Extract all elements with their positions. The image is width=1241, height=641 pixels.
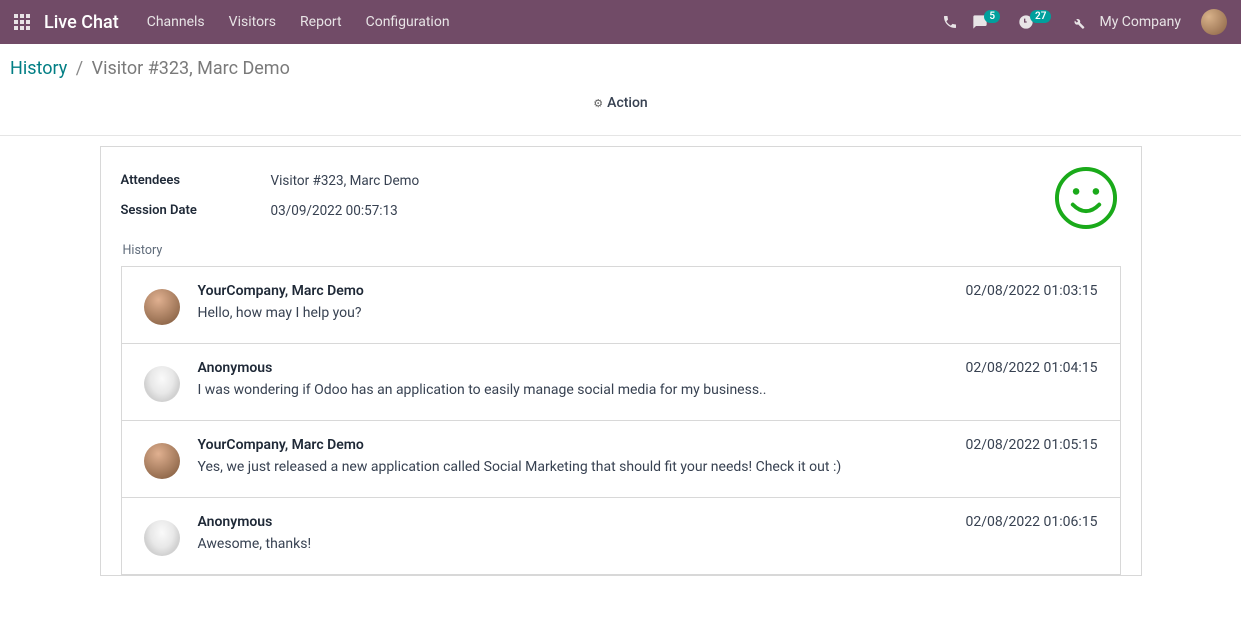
action-menu[interactable]: ⚙ Action [10, 95, 1231, 111]
chat-badge: 5 [984, 10, 1000, 23]
message-author: Anonymous [198, 514, 273, 530]
message-avatar [144, 289, 180, 325]
message-body: YourCompany, Marc Demo 02/08/2022 01:05:… [198, 437, 1098, 479]
navbar: Live Chat Channels Visitors Report Confi… [0, 0, 1241, 44]
clock-icon[interactable]: 27 [1018, 14, 1055, 30]
attendees-label: Attendees [121, 173, 271, 189]
action-label: Action [607, 95, 648, 111]
company-selector[interactable]: My Company [1099, 14, 1181, 30]
history-list: YourCompany, Marc Demo 02/08/2022 01:03:… [121, 266, 1121, 575]
form-sheet: Attendees Visitor #323, Marc Demo Sessio… [100, 146, 1142, 576]
clock-badge: 27 [1030, 10, 1051, 23]
message-text: I was wondering if Odoo has an applicati… [198, 382, 1098, 398]
message-date: 02/08/2022 01:05:15 [966, 437, 1098, 453]
session-value: 03/09/2022 00:57:13 [271, 203, 398, 219]
user-avatar[interactable] [1201, 9, 1227, 35]
message-body: Anonymous 02/08/2022 01:06:15 Awesome, t… [198, 514, 1098, 556]
phone-icon[interactable] [942, 14, 958, 30]
field-session-date: Session Date 03/09/2022 00:57:13 [121, 203, 1121, 219]
breadcrumb-sep: / [76, 58, 83, 79]
message-date: 02/08/2022 01:03:15 [966, 283, 1098, 299]
history-section-label: History [123, 243, 1121, 258]
nav-links: Channels Visitors Report Configuration [147, 14, 450, 30]
message-body: YourCompany, Marc Demo 02/08/2022 01:03:… [198, 283, 1098, 325]
message-row: YourCompany, Marc Demo 02/08/2022 01:05:… [122, 421, 1120, 498]
field-attendees: Attendees Visitor #323, Marc Demo [121, 173, 1121, 189]
message-text: Hello, how may I help you? [198, 305, 1098, 321]
message-author: YourCompany, Marc Demo [198, 283, 364, 299]
apps-icon[interactable] [14, 14, 30, 30]
message-text: Awesome, thanks! [198, 536, 1098, 552]
smiley-icon [1053, 165, 1119, 231]
nav-link-visitors[interactable]: Visitors [229, 14, 276, 30]
breadcrumb-current: Visitor #323, Marc Demo [92, 58, 290, 79]
message-avatar [144, 443, 180, 479]
message-body: Anonymous 02/08/2022 01:04:15 I was wond… [198, 360, 1098, 402]
message-row: Anonymous 02/08/2022 01:06:15 Awesome, t… [122, 498, 1120, 575]
message-text: Yes, we just released a new application … [198, 459, 1098, 475]
breadcrumb-root[interactable]: History [10, 58, 67, 79]
message-row: Anonymous 02/08/2022 01:04:15 I was wond… [122, 344, 1120, 421]
control-panel: History / Visitor #323, Marc Demo ⚙ Actio… [0, 44, 1241, 121]
app-brand[interactable]: Live Chat [44, 12, 119, 33]
nav-link-report[interactable]: Report [300, 14, 342, 30]
sheet-wrap: Attendees Visitor #323, Marc Demo Sessio… [0, 136, 1241, 576]
nav-link-channels[interactable]: Channels [147, 14, 205, 30]
nav-link-configuration[interactable]: Configuration [366, 14, 450, 30]
message-avatar [144, 366, 180, 402]
attendees-value: Visitor #323, Marc Demo [271, 173, 420, 189]
message-avatar [144, 520, 180, 556]
message-date: 02/08/2022 01:04:15 [966, 360, 1098, 376]
breadcrumb: History / Visitor #323, Marc Demo [10, 58, 1231, 79]
chat-icon[interactable]: 5 [972, 14, 1004, 30]
message-date: 02/08/2022 01:06:15 [966, 514, 1098, 530]
gear-icon: ⚙ [593, 97, 603, 110]
message-row: YourCompany, Marc Demo 02/08/2022 01:03:… [122, 267, 1120, 344]
session-label: Session Date [121, 203, 271, 219]
message-author: YourCompany, Marc Demo [198, 437, 364, 453]
tools-icon[interactable] [1069, 14, 1085, 30]
message-author: Anonymous [198, 360, 273, 376]
nav-right: 5 27 My Company [942, 9, 1227, 35]
